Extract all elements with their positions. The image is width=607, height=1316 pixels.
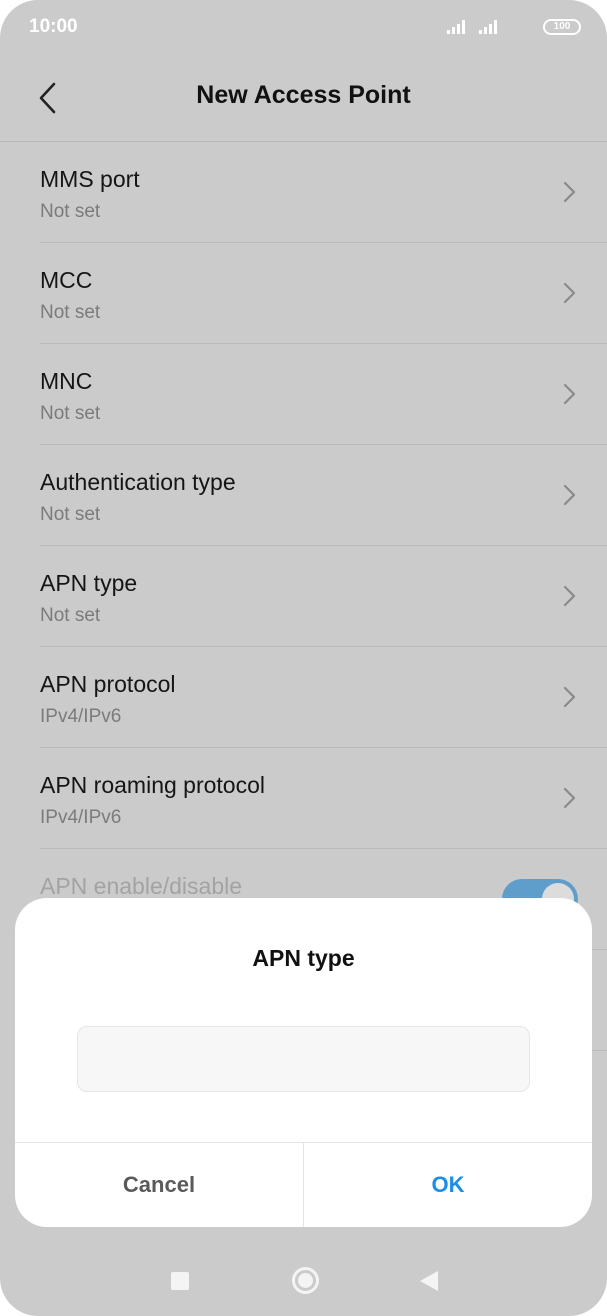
chevron-right-icon bbox=[563, 585, 576, 607]
setting-row-mnc[interactable]: MNC Not set bbox=[40, 344, 607, 445]
phone-screen: 10:00 100 New Access Point MMS port Not … bbox=[0, 0, 607, 1316]
back-icon[interactable] bbox=[420, 1271, 438, 1291]
ok-button[interactable]: OK bbox=[304, 1143, 592, 1227]
chevron-right-icon bbox=[563, 787, 576, 809]
setting-value: Not set bbox=[40, 302, 101, 323]
setting-row-mms-port[interactable]: MMS port Not set bbox=[40, 142, 607, 243]
cancel-button[interactable]: Cancel bbox=[15, 1143, 304, 1227]
chevron-right-icon bbox=[563, 282, 576, 304]
chevron-right-icon bbox=[563, 383, 576, 405]
chevron-right-icon bbox=[563, 484, 576, 506]
chevron-right-icon bbox=[563, 181, 576, 203]
setting-title: APN roaming protocol bbox=[40, 772, 265, 798]
chevron-right-icon bbox=[563, 686, 576, 708]
recents-icon[interactable] bbox=[171, 1272, 189, 1290]
apn-type-input[interactable] bbox=[77, 1026, 530, 1092]
dialog-button-bar: Cancel OK bbox=[15, 1142, 592, 1227]
setting-row-mcc[interactable]: MCC Not set bbox=[40, 243, 607, 344]
status-time: 10:00 bbox=[29, 16, 78, 37]
setting-value: Not set bbox=[40, 504, 101, 525]
page-title: New Access Point bbox=[196, 81, 411, 109]
setting-title: MNC bbox=[40, 368, 93, 394]
setting-row-authentication-type[interactable]: Authentication type Not set bbox=[40, 445, 607, 546]
navigation-bar bbox=[0, 1246, 607, 1316]
signal-icon bbox=[447, 19, 469, 34]
home-icon[interactable] bbox=[292, 1267, 319, 1294]
setting-title: APN type bbox=[40, 570, 138, 596]
apn-type-dialog: APN type Cancel OK bbox=[15, 898, 592, 1227]
setting-value: Not set bbox=[40, 403, 101, 424]
setting-title: APN protocol bbox=[40, 671, 176, 697]
setting-value: IPv4/IPv6 bbox=[40, 807, 122, 828]
signal-icon bbox=[479, 19, 501, 34]
setting-value: Not set bbox=[40, 201, 101, 222]
status-bar: 10:00 100 bbox=[0, 0, 607, 56]
setting-title: APN enable/disable bbox=[40, 873, 243, 899]
setting-title: MMS port bbox=[40, 166, 140, 192]
header: New Access Point bbox=[0, 56, 607, 142]
setting-row-apn-roaming-protocol[interactable]: APN roaming protocol IPv4/IPv6 bbox=[40, 748, 607, 849]
setting-value: Not set bbox=[40, 605, 101, 626]
setting-title: MCC bbox=[40, 267, 93, 293]
setting-row-apn-type[interactable]: APN type Not set bbox=[40, 546, 607, 647]
dialog-title: APN type bbox=[252, 945, 355, 971]
battery-icon: 100 bbox=[543, 19, 581, 35]
setting-title: Authentication type bbox=[40, 469, 236, 495]
setting-value: IPv4/IPv6 bbox=[40, 706, 122, 727]
setting-row-apn-protocol[interactable]: APN protocol IPv4/IPv6 bbox=[40, 647, 607, 748]
